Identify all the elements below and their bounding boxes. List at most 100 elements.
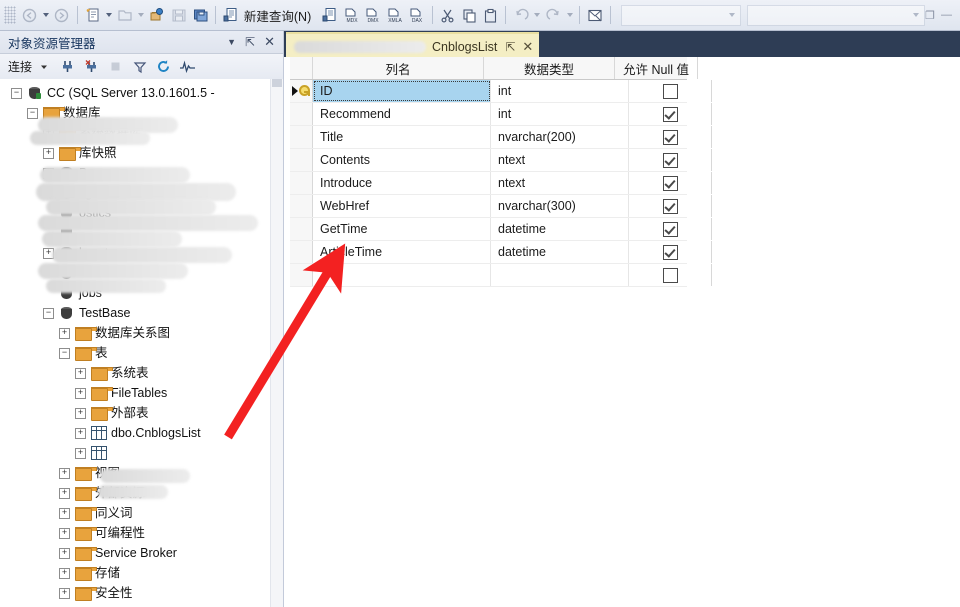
cell-allow-nulls[interactable] xyxy=(629,80,712,102)
allow-nulls-checkbox[interactable] xyxy=(662,221,678,237)
cell-column-name[interactable]: Recommend xyxy=(313,103,491,125)
allow-nulls-checkbox[interactable] xyxy=(662,175,678,191)
navigate-backward-dropdown-icon[interactable] xyxy=(40,4,51,26)
open-folder-dropdown-icon[interactable] xyxy=(136,4,147,26)
tree-scrollbar[interactable] xyxy=(270,79,283,607)
row-selector[interactable] xyxy=(292,85,310,97)
cell-data-type[interactable]: int xyxy=(491,80,629,102)
row-selector-cell[interactable] xyxy=(290,126,313,148)
context-combo[interactable] xyxy=(746,4,926,26)
tree-node[interactable]: + dbo.CnblogsList xyxy=(0,423,283,443)
expander-plus-icon[interactable]: + xyxy=(74,387,87,400)
open-file-icon[interactable] xyxy=(147,4,169,26)
undo-icon[interactable] xyxy=(510,4,532,26)
cell-column-name[interactable] xyxy=(313,264,491,286)
tree-node[interactable]: + xyxy=(0,443,283,463)
allow-nulls-checkbox[interactable] xyxy=(662,244,678,260)
open-folder-icon[interactable] xyxy=(114,4,136,26)
new-item-icon[interactable] xyxy=(82,4,104,26)
cell-column-name[interactable]: WebHref xyxy=(313,195,491,217)
expander-plus-icon[interactable]: + xyxy=(58,487,71,500)
stop-icon[interactable] xyxy=(107,58,124,75)
allow-nulls-checkbox[interactable] xyxy=(662,198,678,214)
expander-minus-icon[interactable]: − xyxy=(26,107,39,120)
cell-column-name[interactable]: Contents xyxy=(313,149,491,171)
cell-allow-nulls[interactable] xyxy=(629,195,712,217)
table-row[interactable] xyxy=(290,264,712,287)
tab-cnblogslist[interactable]: CnblogsList ⇱ ✕ xyxy=(286,32,540,59)
expander-minus-icon[interactable]: − xyxy=(42,307,55,320)
navigate-backward-icon[interactable] xyxy=(19,4,41,26)
cell-allow-nulls[interactable] xyxy=(629,103,712,125)
pin-icon[interactable]: ⇱ xyxy=(245,35,255,49)
tree-node[interactable]: + 存储 xyxy=(0,563,283,583)
row-selector-cell[interactable] xyxy=(290,149,313,171)
save-icon[interactable] xyxy=(168,4,190,26)
dmx-query-icon[interactable]: DMX xyxy=(362,4,384,26)
toolbar-grip[interactable] xyxy=(4,6,16,24)
tree-node[interactable]: + Service Broker xyxy=(0,543,283,563)
table-row[interactable]: Contents ntext xyxy=(290,149,712,172)
dax-query-icon[interactable]: DAX xyxy=(406,4,428,26)
refresh-icon[interactable] xyxy=(155,58,172,75)
cell-data-type[interactable] xyxy=(491,264,629,286)
pin-icon[interactable]: ⇱ xyxy=(505,40,515,54)
redo-dropdown-icon[interactable] xyxy=(564,4,575,26)
table-row[interactable]: WebHref nvarchar(300) xyxy=(290,195,712,218)
table-row[interactable]: ArticleTime datetime xyxy=(290,241,712,264)
expander-plus-icon[interactable]: + xyxy=(58,467,71,480)
tree-node[interactable]: + 库快照 xyxy=(0,143,283,163)
undo-dropdown-icon[interactable] xyxy=(532,4,543,26)
paste-icon[interactable] xyxy=(480,4,502,26)
table-row[interactable]: Title nvarchar(200) xyxy=(290,126,712,149)
tree-node[interactable]: + FileTables xyxy=(0,383,283,403)
tree-node[interactable]: − 表 xyxy=(0,343,283,363)
tree-node[interactable]: + 系统表 xyxy=(0,363,283,383)
expander-plus-icon[interactable]: + xyxy=(58,587,71,600)
allow-nulls-checkbox[interactable] xyxy=(662,106,678,122)
database-combo[interactable] xyxy=(620,4,741,26)
row-selector-cell[interactable] xyxy=(290,241,313,263)
expander-plus-icon[interactable]: + xyxy=(58,507,71,520)
row-selector-cell[interactable] xyxy=(290,195,313,217)
tree-node[interactable]: + 数据库关系图 xyxy=(0,323,283,343)
new-query-icon[interactable] xyxy=(220,4,242,26)
cell-data-type[interactable]: int xyxy=(491,103,629,125)
activity-monitor-icon[interactable] xyxy=(179,58,196,75)
cell-data-type[interactable]: nvarchar(200) xyxy=(491,126,629,148)
new-item-dropdown-icon[interactable] xyxy=(103,4,114,26)
cell-data-type[interactable]: datetime xyxy=(491,241,629,263)
tree-scrollbar-thumb[interactable] xyxy=(272,79,282,87)
cell-allow-nulls[interactable] xyxy=(629,172,712,194)
new-query-button[interactable]: 新建查询(N) xyxy=(242,6,313,25)
cell-data-type[interactable]: nvarchar(300) xyxy=(491,195,629,217)
cell-allow-nulls[interactable] xyxy=(629,241,712,263)
row-selector-cell[interactable] xyxy=(290,103,313,125)
close-icon[interactable]: ✕ xyxy=(264,34,275,50)
table-row[interactable]: Recommend int xyxy=(290,103,712,126)
tree-node[interactable]: + 安全性 xyxy=(0,583,283,603)
analysis-query-icon[interactable] xyxy=(319,4,341,26)
expander-plus-icon[interactable]: + xyxy=(74,427,87,440)
expander-plus-icon[interactable]: + xyxy=(58,567,71,580)
cell-column-name[interactable]: ArticleTime xyxy=(313,241,491,263)
redo-icon[interactable] xyxy=(543,4,565,26)
expander-minus-icon[interactable]: − xyxy=(58,347,71,360)
tree-node[interactable]: + 可编程性 xyxy=(0,523,283,543)
allow-nulls-checkbox[interactable] xyxy=(662,267,678,283)
window-minimize-button[interactable]: — xyxy=(941,9,952,21)
allow-nulls-checkbox[interactable] xyxy=(662,83,678,99)
tree-node[interactable]: − CC (SQL Server 13.0.1601.5 - xyxy=(0,83,283,103)
tree-node[interactable]: + 同义词 xyxy=(0,503,283,523)
cell-data-type[interactable]: ntext xyxy=(491,149,629,171)
allow-nulls-checkbox[interactable] xyxy=(662,129,678,145)
row-selector-cell[interactable] xyxy=(290,172,313,194)
table-row[interactable]: Introduce ntext xyxy=(290,172,712,195)
expander-plus-icon[interactable]: + xyxy=(74,367,87,380)
expander-plus-icon[interactable]: + xyxy=(58,527,71,540)
connect-dropdown-icon[interactable] xyxy=(35,58,52,75)
row-selector-cell[interactable] xyxy=(290,80,313,102)
cell-allow-nulls[interactable] xyxy=(629,126,712,148)
allow-nulls-checkbox[interactable] xyxy=(662,152,678,168)
cell-column-name[interactable]: Title xyxy=(313,126,491,148)
